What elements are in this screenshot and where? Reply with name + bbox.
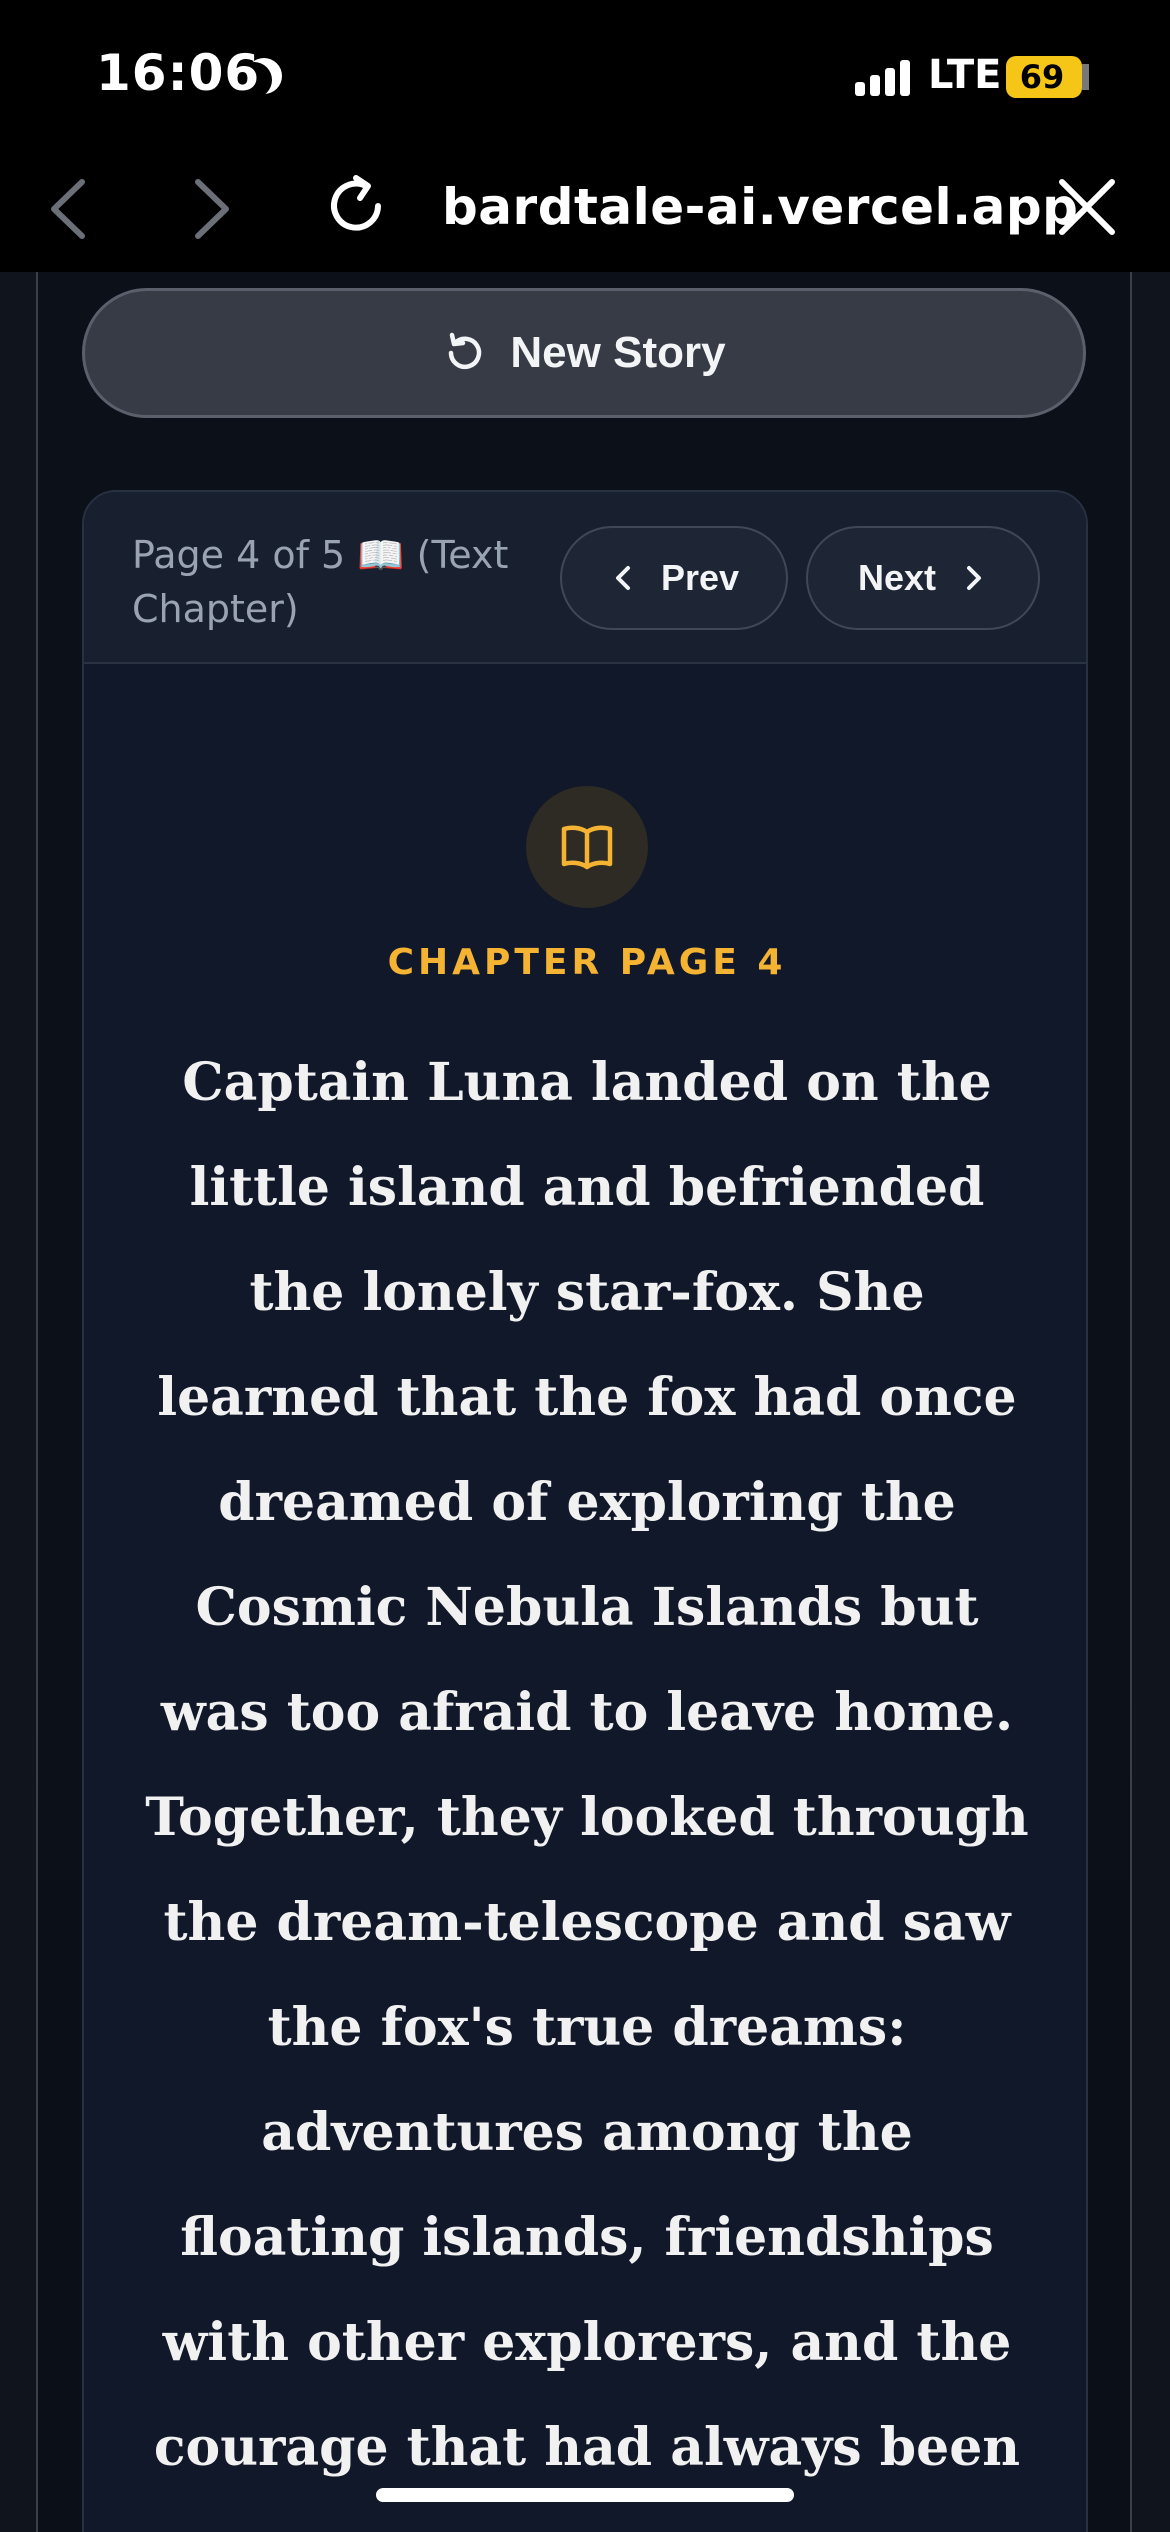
next-page-button[interactable]: Next — [806, 526, 1040, 630]
chapter-page-label: CHAPTER PAGE 4 — [387, 942, 787, 983]
open-book-icon — [561, 825, 613, 870]
status-bar: 16:06 LTE 69 — [0, 0, 1170, 150]
panel-border-left — [36, 272, 38, 2532]
panel-border-right — [1130, 272, 1132, 2532]
home-indicator[interactable] — [376, 2488, 794, 2502]
next-label: Next — [857, 557, 937, 598]
chevron-left-icon — [615, 566, 630, 590]
page-indicator: Page 4 of 5 📖 (Text Chapter) — [132, 533, 509, 631]
page-content: New Story Page 4 of 5 📖 (Text Chapter) P… — [0, 272, 1170, 2532]
prev-page-button[interactable]: Prev — [560, 526, 788, 630]
prev-label: Prev — [660, 557, 740, 598]
close-icon[interactable] — [1054, 174, 1120, 240]
story-card: Page 4 of 5 📖 (Text Chapter) Prev Next C… — [82, 490, 1088, 2532]
reload-icon[interactable] — [320, 170, 392, 242]
chapter-story-text: Captain Luna landed on the little island… — [145, 1052, 1029, 2478]
battery-icon: 69 — [1006, 56, 1096, 98]
network-type: LTE — [928, 52, 1002, 98]
chapter-badge — [526, 786, 648, 908]
forward-arrow-icon[interactable] — [186, 176, 236, 242]
page-margin-right — [1132, 272, 1170, 2532]
restart-icon — [449, 332, 482, 370]
new-story-button[interactable]: New Story — [82, 288, 1086, 418]
url-address[interactable]: bardtale-ai.vercel.app — [442, 178, 1078, 236]
new-story-label: New Story — [510, 328, 726, 377]
chevron-right-icon — [967, 566, 982, 590]
status-time: 16:06 — [96, 44, 261, 102]
story-card-header: Page 4 of 5 📖 (Text Chapter) Prev Next — [84, 492, 1086, 664]
cellular-signal-icon — [855, 60, 911, 96]
browser-toolbar: bardtale-ai.vercel.app — [0, 150, 1170, 272]
do-not-disturb-moon-icon — [236, 62, 272, 98]
screen: 16:06 LTE 69 bardtale-ai.vercel.app New … — [0, 0, 1170, 2532]
page-margin-left — [0, 272, 36, 2532]
back-arrow-icon[interactable] — [44, 176, 94, 242]
